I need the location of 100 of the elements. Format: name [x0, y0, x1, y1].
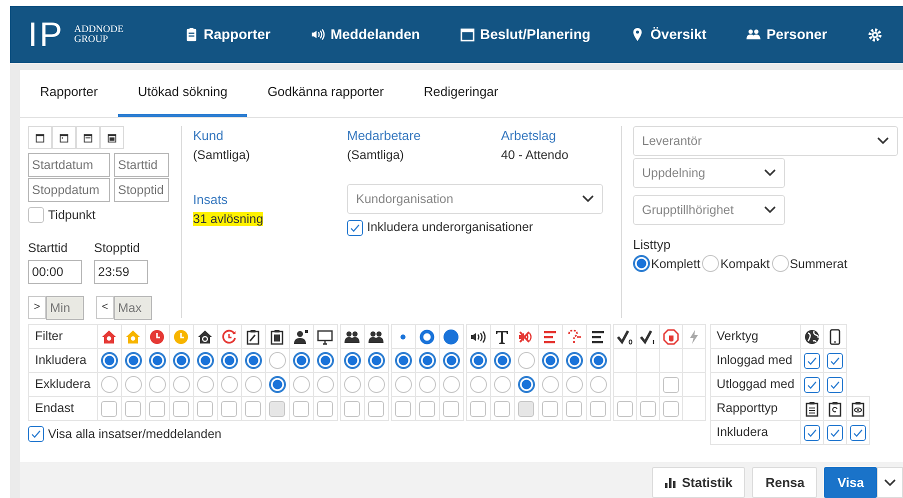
- radio-button[interactable]: [316, 376, 334, 394]
- radio-button[interactable]: [566, 352, 583, 370]
- checkbox[interactable]: [443, 400, 460, 417]
- checkbox[interactable]: [827, 352, 844, 369]
- criteria-label[interactable]: Medarbetare: [347, 126, 501, 146]
- radio-button[interactable]: [172, 376, 190, 394]
- criteria-label[interactable]: Insats: [193, 190, 347, 210]
- radio-button[interactable]: [196, 376, 214, 394]
- radio-button[interactable]: [494, 352, 511, 370]
- checkbox[interactable]: [827, 376, 844, 393]
- criteria-label[interactable]: Kund: [193, 126, 347, 146]
- radio-button[interactable]: [292, 352, 310, 370]
- radio-button[interactable]: [470, 352, 487, 370]
- checkbox[interactable]: [850, 424, 866, 441]
- checkbox[interactable]: [293, 400, 310, 417]
- input-field[interactable]: Startdatum: [28, 153, 110, 177]
- checkbox[interactable]: [368, 400, 384, 417]
- radio-button[interactable]: [542, 376, 559, 394]
- dropdown-toggle-button[interactable]: [877, 467, 903, 498]
- nav-link[interactable]: Rapporter: [184, 24, 270, 45]
- radio-button[interactable]: [566, 376, 583, 394]
- nav-link[interactable]: Beslut/Planering: [460, 24, 590, 45]
- checkbox[interactable]: [494, 400, 510, 417]
- checkbox[interactable]: [149, 400, 166, 417]
- checkbox[interactable]: [566, 400, 582, 417]
- radio-button[interactable]: [268, 376, 286, 394]
- radio-button[interactable]: [316, 352, 334, 370]
- checkbox[interactable]: [221, 400, 238, 417]
- checkbox[interactable]: [197, 400, 214, 417]
- checkbox[interactable]: [347, 220, 363, 236]
- checkbox[interactable]: [640, 400, 656, 417]
- checkbox[interactable]: [101, 400, 118, 417]
- radio-button[interactable]: [172, 352, 190, 370]
- checkbox[interactable]: [125, 400, 142, 417]
- radio-button[interactable]: [244, 352, 262, 370]
- radio-button[interactable]: [196, 352, 214, 370]
- radio-button[interactable]: [518, 352, 535, 370]
- radio-button[interactable]: [148, 376, 166, 394]
- checkbox[interactable]: [804, 424, 820, 441]
- select-field[interactable]: Grupptillhörighet: [633, 195, 785, 225]
- radio-button[interactable]: [268, 352, 286, 370]
- checkbox[interactable]: [662, 376, 679, 393]
- radio-button[interactable]: [148, 352, 166, 370]
- nav-link[interactable]: Personer: [746, 24, 828, 45]
- radio-button[interactable]: [518, 376, 535, 394]
- checkbox[interactable]: [804, 376, 820, 393]
- tab[interactable]: Utökad sökning: [118, 70, 248, 117]
- checkbox[interactable]: [662, 400, 679, 417]
- select-field[interactable]: Kundorganisation: [347, 184, 603, 214]
- tab[interactable]: Redigeringar: [404, 70, 518, 117]
- radio-button[interactable]: [100, 376, 118, 394]
- radio-button[interactable]: [100, 352, 118, 370]
- input-field[interactable]: Stoppdatum: [28, 178, 110, 202]
- radio-button[interactable]: [394, 376, 412, 394]
- checkbox[interactable]: [28, 426, 44, 442]
- checkbox[interactable]: [827, 424, 844, 441]
- radio-button[interactable]: [470, 376, 487, 394]
- checkbox[interactable]: [317, 400, 334, 417]
- radio-button[interactable]: [394, 352, 412, 370]
- checkbox[interactable]: [616, 400, 633, 417]
- select-field[interactable]: Uppdelning: [633, 158, 785, 188]
- input-field[interactable]: Stopptid: [114, 178, 169, 202]
- radio-button[interactable]: [244, 376, 262, 394]
- calendar-button[interactable]: [100, 126, 124, 149]
- radio-button[interactable]: [702, 255, 720, 272]
- criteria-label[interactable]: Arbetslag: [501, 126, 601, 146]
- radio-button[interactable]: [418, 376, 436, 394]
- tab[interactable]: Godkänna rapporter: [247, 70, 404, 117]
- radio-button[interactable]: [344, 352, 361, 370]
- nav-link[interactable]: Meddelanden: [310, 24, 420, 45]
- calendar-button[interactable]: [76, 126, 100, 149]
- calendar-button[interactable]: [52, 126, 76, 149]
- radio-button[interactable]: [633, 255, 650, 272]
- button[interactable]: Rensa: [752, 467, 818, 498]
- radio-button[interactable]: [418, 352, 436, 370]
- radio-button[interactable]: [542, 352, 559, 370]
- radio-button[interactable]: [292, 376, 310, 394]
- calendar-button[interactable]: [28, 126, 52, 149]
- radio-button[interactable]: [442, 352, 460, 370]
- radio-button[interactable]: [368, 352, 385, 370]
- input-field[interactable]: Starttid: [114, 153, 169, 177]
- radio-button[interactable]: [442, 376, 460, 394]
- checkbox[interactable]: [419, 400, 436, 417]
- radio-button[interactable]: [220, 352, 238, 370]
- checkbox[interactable]: [470, 400, 486, 417]
- radio-button[interactable]: [124, 352, 142, 370]
- checkbox[interactable]: [344, 400, 360, 417]
- radio-button[interactable]: [220, 376, 238, 394]
- checkbox[interactable]: [590, 400, 606, 417]
- radio-button[interactable]: [494, 376, 511, 394]
- radio-button[interactable]: [124, 376, 142, 394]
- checkbox[interactable]: [28, 207, 44, 224]
- checkbox[interactable]: [542, 400, 558, 417]
- button[interactable]: Visa: [824, 467, 877, 498]
- input-field[interactable]: 00:00: [28, 260, 82, 284]
- radio-button[interactable]: [344, 376, 361, 394]
- nav-link[interactable]: Översikt: [630, 24, 706, 45]
- checkbox[interactable]: [395, 400, 412, 417]
- button[interactable]: Statistik: [652, 467, 746, 498]
- input-field[interactable]: 23:59: [94, 260, 148, 284]
